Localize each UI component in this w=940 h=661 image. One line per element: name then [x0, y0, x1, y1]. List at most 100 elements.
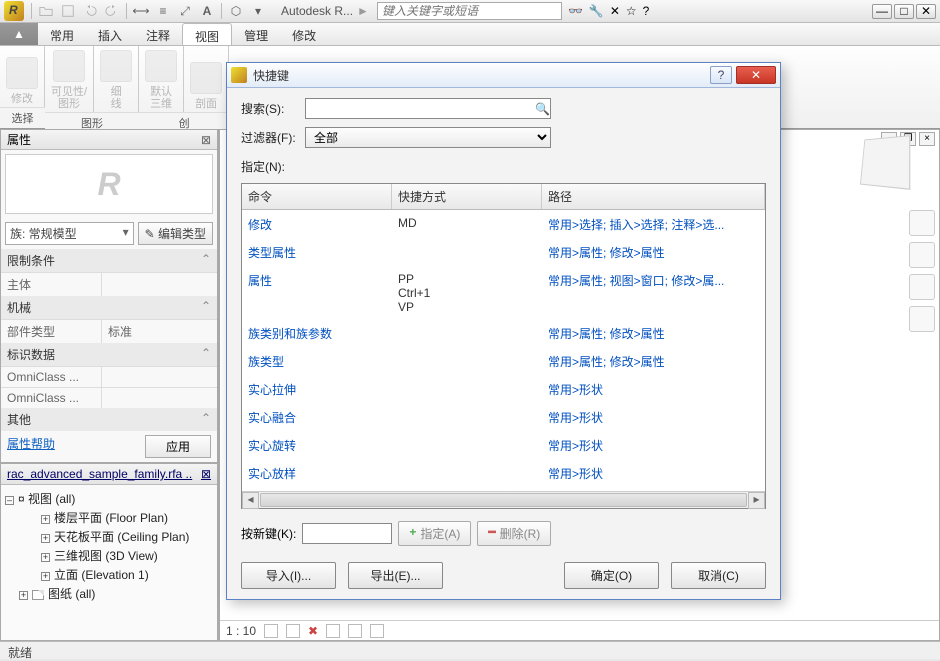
shortcut-row[interactable]: 实心拉伸常用>形状	[242, 375, 765, 403]
shortcut-row[interactable]: 实心放样常用>形状	[242, 459, 765, 487]
tree-root-views[interactable]: –¤ 视图 (all)	[5, 489, 213, 508]
orbit-icon[interactable]	[909, 306, 935, 332]
key-icon[interactable]: 🔧	[589, 4, 604, 18]
filter-select[interactable]: 全部	[305, 127, 551, 148]
pan-icon[interactable]	[909, 242, 935, 268]
zoom-icon[interactable]	[909, 274, 935, 300]
col-path[interactable]: 路径	[542, 184, 765, 209]
dialog-help-button[interactable]: ?	[710, 66, 732, 84]
ribbon-default3d[interactable]: 默认 三维	[139, 46, 184, 112]
newkey-input[interactable]	[302, 523, 392, 544]
redo-icon[interactable]	[103, 2, 121, 20]
align-icon[interactable]: ≡	[154, 2, 172, 20]
help-icon[interactable]: ?	[643, 4, 650, 18]
cancel-button[interactable]: 取消(C)	[671, 562, 766, 589]
search-input[interactable]	[305, 98, 551, 119]
open-icon[interactable]	[37, 2, 55, 20]
crop-icon[interactable]	[370, 624, 384, 638]
dialog-titlebar[interactable]: 快捷键 ? ✕	[227, 63, 780, 88]
tab-view[interactable]: 视图	[182, 23, 232, 45]
filter-label: 过滤器(F):	[241, 129, 299, 146]
assign-button[interactable]: +指定(A)	[398, 521, 471, 546]
edit-type-button[interactable]: ✎ 编辑类型	[138, 222, 213, 245]
exchange-icon[interactable]: ✕	[610, 4, 620, 18]
ribbon-visibility[interactable]: 可见性/ 图形	[45, 46, 94, 112]
maximize-button[interactable]: □	[894, 4, 914, 19]
sheets-icon	[32, 590, 44, 600]
tree-item-floorplan[interactable]: +楼层平面 (Floor Plan)	[41, 508, 213, 527]
shortcut-row[interactable]: 族类别和族参数常用>属性; 修改>属性	[242, 319, 765, 347]
measure-icon[interactable]: ⤢	[176, 2, 194, 20]
view-scale[interactable]: 1 : 10	[226, 624, 256, 638]
apply-button[interactable]: 应用	[145, 435, 211, 458]
col-command[interactable]: 命令	[242, 184, 392, 209]
shortcut-row[interactable]: 属性PP Ctrl+1 VP常用>属性; 视图>窗口; 修改>属...	[242, 266, 765, 319]
prop-row-host[interactable]: 主体	[1, 272, 217, 296]
navigation-bar	[909, 210, 935, 332]
3d-icon[interactable]: ⬡	[227, 2, 245, 20]
view-control-bar: 1 : 10 ✖	[220, 620, 939, 640]
import-button[interactable]: 导入(I)...	[241, 562, 336, 589]
detail-level-icon[interactable]	[264, 624, 278, 638]
undo-icon[interactable]	[81, 2, 99, 20]
prop-group-identity[interactable]: 标识数据⌃	[1, 343, 217, 366]
prop-row-parttype[interactable]: 部件类型标准	[1, 319, 217, 343]
properties-help-link[interactable]: 属性帮助	[7, 435, 55, 458]
prop-group-mech[interactable]: 机械⌃	[1, 296, 217, 319]
col-shortcut[interactable]: 快捷方式	[392, 184, 542, 209]
status-bar: 就绪	[0, 641, 940, 659]
tree-item-sheets[interactable]: +图纸 (all)	[19, 584, 213, 603]
sun-path-icon[interactable]	[326, 624, 340, 638]
shortcut-row[interactable]: 实心融合常用>形状	[242, 403, 765, 431]
type-selector[interactable]: 族: 常规模型 ▾	[5, 222, 134, 245]
prop-group-other[interactable]: 其他⌃	[1, 408, 217, 431]
ribbon-collapse-icon[interactable]: ▲	[0, 23, 38, 45]
close-button[interactable]: ✕	[916, 4, 936, 19]
ribbon-section[interactable]: 剖面	[184, 46, 229, 112]
dropdown-icon[interactable]: ▾	[249, 2, 267, 20]
ribbon-modify[interactable]: 修改	[0, 46, 45, 107]
prop-row-omni2[interactable]: OmniClass ...	[1, 387, 217, 408]
tab-home[interactable]: 常用	[38, 23, 86, 45]
browser-close-icon[interactable]: ⊠	[201, 467, 211, 481]
visual-style-icon[interactable]	[286, 624, 300, 638]
favorite-icon[interactable]: ☆	[626, 4, 637, 18]
tab-manage[interactable]: 管理	[232, 23, 280, 45]
dialog-close-button[interactable]: ✕	[736, 66, 776, 84]
tab-modify[interactable]: 修改	[280, 23, 328, 45]
save-icon[interactable]	[59, 2, 77, 20]
remove-button[interactable]: ━删除(R)	[477, 521, 551, 546]
ribbon-tabs: ▲ 常用 插入 注释 视图 管理 修改	[0, 23, 940, 46]
text-icon[interactable]: A	[198, 2, 216, 20]
tab-insert[interactable]: 插入	[86, 23, 134, 45]
type-preview: R	[5, 154, 213, 214]
shadows-icon[interactable]	[348, 624, 362, 638]
infocenter-search[interactable]	[377, 2, 562, 20]
shortcut-row[interactable]: 族类型常用>属性; 修改>属性	[242, 347, 765, 375]
binoculars-icon[interactable]: 👓	[568, 4, 583, 18]
view-cube[interactable]	[860, 135, 910, 190]
shortcut-row[interactable]: 实心旋转常用>形状	[242, 431, 765, 459]
minimize-button[interactable]: —	[872, 4, 892, 19]
grid-hscrollbar[interactable]: ◂▸	[242, 491, 765, 508]
steering-wheel-icon[interactable]	[909, 210, 935, 236]
properties-close-icon[interactable]: ⊠	[201, 133, 211, 147]
ok-button[interactable]: 确定(O)	[564, 562, 659, 589]
shortcut-row[interactable]: 修改MD常用>选择; 插入>选择; 注释>选...	[242, 210, 765, 238]
prop-row-omni1[interactable]: OmniClass ...	[1, 366, 217, 387]
doc-close-icon[interactable]: ×	[919, 132, 935, 146]
app-title: Autodesk R...	[281, 4, 353, 18]
tree-item-ceilingplan[interactable]: +天花板平面 (Ceiling Plan)	[41, 527, 213, 546]
tree-item-3dview[interactable]: +三维视图 (3D View)	[41, 546, 213, 565]
browser-title: rac_advanced_sample_family.rfa ..	[7, 467, 192, 481]
app-menu-button[interactable]	[4, 1, 24, 21]
ribbon-thinlines[interactable]: 细 线	[94, 46, 139, 112]
shortcut-row[interactable]: 类型属性常用>属性; 修改>属性	[242, 238, 765, 266]
tab-annotate[interactable]: 注释	[134, 23, 182, 45]
search-icon[interactable]: 🔍	[535, 102, 550, 116]
tree-item-elevation[interactable]: +立面 (Elevation 1)	[41, 565, 213, 584]
dialog-title: 快捷键	[253, 67, 289, 84]
prop-group-constraints[interactable]: 限制条件⌃	[1, 249, 217, 272]
dim-icon[interactable]: ⟷	[132, 2, 150, 20]
export-button[interactable]: 导出(E)...	[348, 562, 443, 589]
